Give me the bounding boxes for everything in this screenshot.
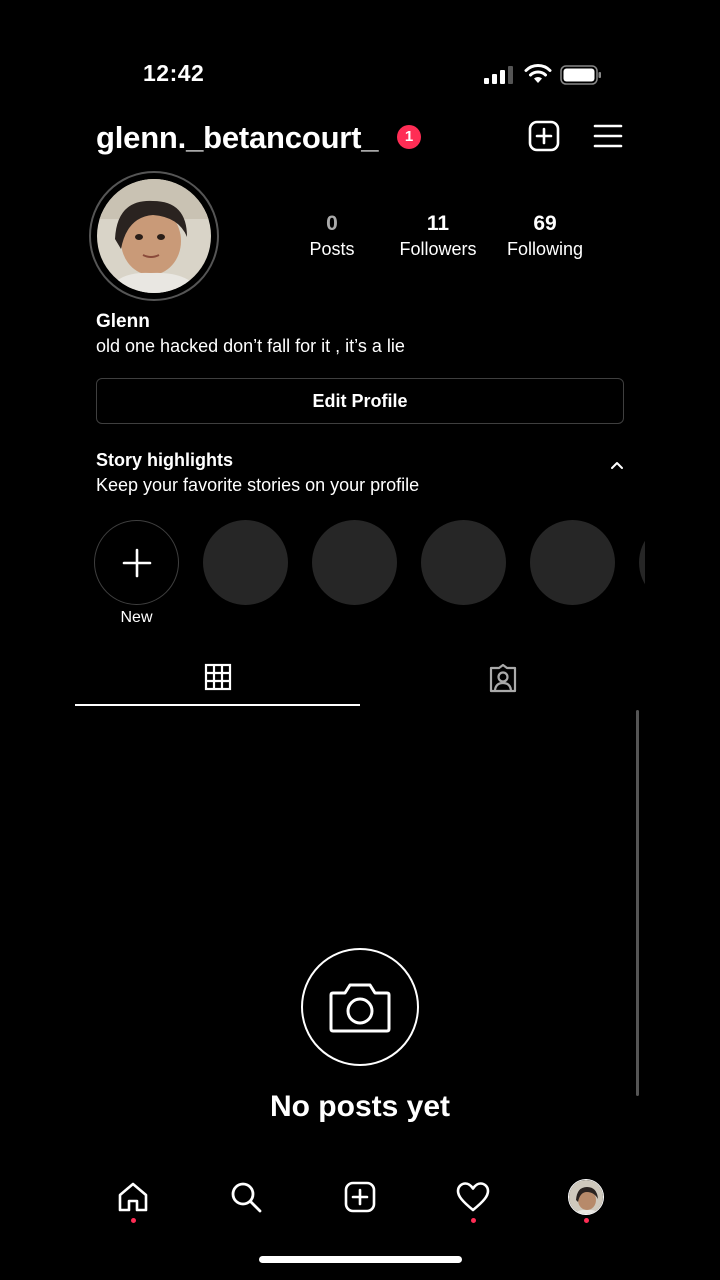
- new-highlight-label: New: [120, 609, 153, 626]
- highlight-placeholder: [421, 520, 506, 605]
- home-icon: [118, 1182, 148, 1212]
- menu-button[interactable]: [590, 118, 626, 154]
- notification-badge[interactable]: 1: [397, 125, 421, 149]
- status-bar: 12:42: [0, 0, 720, 110]
- tagged-icon: [489, 663, 516, 693]
- empty-camera-button[interactable]: [301, 948, 419, 1066]
- highlight-placeholder: [312, 520, 397, 605]
- tab-tagged[interactable]: [360, 650, 645, 706]
- profile-bio: old one hacked don’t fall for it , it’s …: [96, 336, 405, 356]
- profile-header: glenn._betancourt_ 1: [96, 118, 626, 158]
- edit-profile-button[interactable]: Edit Profile: [96, 378, 624, 424]
- profile-tabs: [75, 650, 645, 706]
- activity-heart-icon: [456, 1182, 490, 1212]
- battery-icon: [560, 65, 601, 85]
- nav-profile[interactable]: [556, 1165, 616, 1229]
- highlight-placeholder: [203, 520, 288, 605]
- following-count-value: 69: [533, 212, 557, 235]
- username[interactable]: glenn._betancourt_: [96, 120, 379, 156]
- posts-count: 0 Posts: [298, 211, 366, 261]
- nav-create[interactable]: [330, 1165, 390, 1229]
- create-icon: [344, 1181, 376, 1213]
- activity-notification-dot: [471, 1218, 476, 1223]
- nav-home[interactable]: [103, 1165, 163, 1229]
- new-post-icon: [528, 120, 560, 152]
- following-count-label: Following: [506, 239, 584, 259]
- home-notification-dot: [131, 1218, 136, 1223]
- tab-grid[interactable]: [75, 650, 360, 706]
- highlights-subtitle: Keep your favorite stories on your profi…: [96, 475, 420, 495]
- nav-activity[interactable]: [443, 1165, 503, 1229]
- following-count[interactable]: 69 Following: [500, 211, 590, 261]
- posts-count-label: Posts: [309, 239, 355, 259]
- bottom-nav: [75, 1165, 645, 1235]
- followers-count-value: 11: [426, 212, 450, 235]
- status-time: 12:42: [143, 60, 205, 86]
- highlight-placeholder: [639, 520, 645, 605]
- no-posts-message: No posts yet: [269, 1090, 451, 1123]
- avatar-photo: [97, 179, 211, 293]
- plus-icon: [122, 548, 151, 577]
- scrollbar[interactable]: [636, 710, 639, 1096]
- profile-avatar[interactable]: [89, 171, 219, 301]
- profile-notification-dot: [584, 1218, 589, 1223]
- profile-avatar: [568, 1179, 604, 1215]
- highlights-title: Story highlights: [96, 450, 233, 470]
- highlights-row: New: [94, 520, 645, 630]
- chevron-up-icon[interactable]: [608, 456, 626, 474]
- camera-icon: [329, 983, 391, 1033]
- new-highlight-button[interactable]: [94, 520, 179, 605]
- highlight-placeholder: [530, 520, 615, 605]
- menu-icon: [593, 124, 623, 148]
- home-indicator[interactable]: [259, 1256, 462, 1263]
- wifi-icon: [524, 64, 552, 83]
- grid-icon: [204, 663, 231, 691]
- nav-search[interactable]: [216, 1165, 276, 1229]
- followers-count-label: Followers: [399, 239, 477, 259]
- profile-name: Glenn: [96, 311, 150, 332]
- search-icon: [231, 1182, 262, 1213]
- cellular-signal-icon: [484, 66, 513, 84]
- posts-count-value: 0: [326, 212, 338, 235]
- followers-count[interactable]: 11 Followers: [393, 211, 483, 261]
- new-post-button[interactable]: [526, 118, 562, 154]
